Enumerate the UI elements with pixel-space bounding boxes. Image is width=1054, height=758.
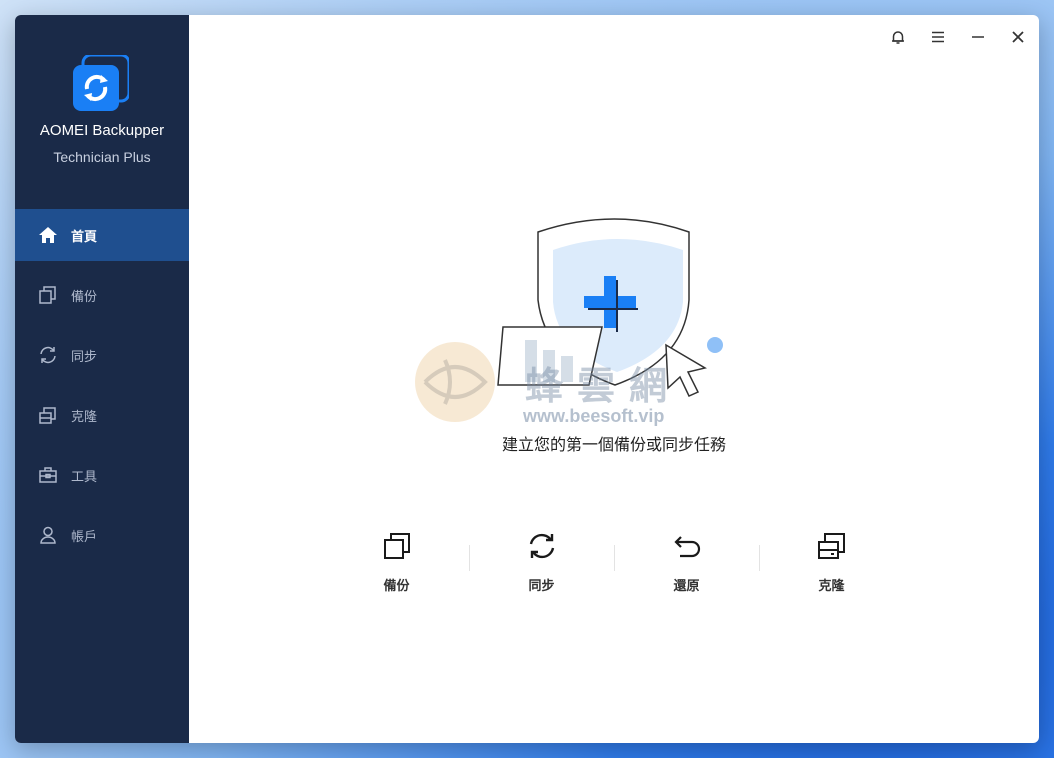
sidebar-item-label: 首頁 <box>71 229 98 245</box>
user-icon <box>40 526 56 544</box>
minimize-button[interactable] <box>966 25 990 49</box>
sidebar-item-backup[interactable]: 備份 <box>15 269 189 321</box>
close-button[interactable] <box>1006 25 1030 49</box>
sync-icon <box>40 346 56 364</box>
sync-action[interactable]: 同步 <box>469 525 614 595</box>
clone-action[interactable]: 克隆 <box>759 525 904 595</box>
sidebar-item-sync[interactable]: 同步 <box>15 329 189 381</box>
sidebar-item-tools[interactable]: 工具 <box>15 449 189 501</box>
toolbox-icon <box>39 467 57 483</box>
action-label: 克隆 <box>818 579 845 594</box>
notification-button[interactable] <box>886 25 910 49</box>
backup-icon <box>383 533 410 559</box>
app-edition: Technician Plus <box>53 149 151 165</box>
menu-button[interactable] <box>926 25 950 49</box>
sidebar-item-account[interactable]: 帳戶 <box>15 509 189 561</box>
backup-icon <box>39 286 56 304</box>
restore-action[interactable]: 還原 <box>614 525 759 595</box>
sidebar-item-label: 帳戶 <box>71 529 98 545</box>
action-label: 同步 <box>528 579 555 594</box>
app-window: AOMEI Backupper Technician Plus 首頁 備份 同步… <box>15 15 1039 743</box>
clone-icon <box>39 407 56 424</box>
backup-action[interactable]: 備份 <box>324 525 469 595</box>
action-label: 備份 <box>383 579 410 594</box>
watermark-url: www.beesoft.vip <box>523 406 665 426</box>
sync-icon <box>529 533 554 559</box>
home-icon <box>39 227 57 243</box>
sidebar-item-label: 同步 <box>71 349 98 365</box>
menu-icon <box>932 31 944 43</box>
sidebar-item-home[interactable]: 首頁 <box>15 209 189 261</box>
sidebar-item-label: 工具 <box>71 469 98 485</box>
close-icon <box>1012 31 1024 43</box>
page-headline: 建立您的第一個備份或同步任務 <box>501 435 726 454</box>
empty-state-illustration: 蜂雲網 www.beesoft.vip <box>385 210 745 426</box>
quick-actions: 備份 同步 還原 克隆 <box>324 525 904 595</box>
app-name: AOMEI Backupper <box>39 122 165 139</box>
clone-icon <box>817 533 845 559</box>
sidebar-item-label: 備份 <box>71 289 98 305</box>
restore-icon <box>673 536 700 558</box>
minimize-icon <box>972 36 984 38</box>
sidebar-item-label: 克隆 <box>71 409 98 425</box>
bell-icon <box>892 31 904 44</box>
app-logo <box>73 53 131 111</box>
action-label: 還原 <box>673 579 700 594</box>
sidebar: AOMEI Backupper Technician Plus 首頁 備份 同步… <box>15 15 189 743</box>
sidebar-item-clone[interactable]: 克隆 <box>15 389 189 441</box>
watermark-text: 蜂雲網 <box>525 364 682 408</box>
sidebar-nav: 首頁 備份 同步 克隆 工具 帳戶 <box>15 209 189 569</box>
